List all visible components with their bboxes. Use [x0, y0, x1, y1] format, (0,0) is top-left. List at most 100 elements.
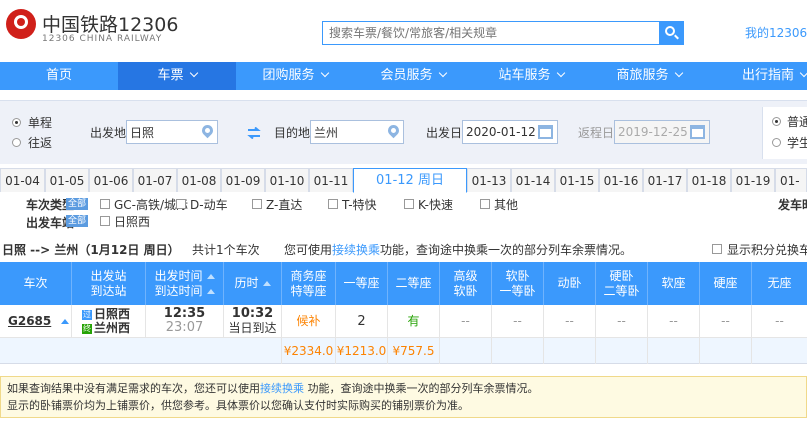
query-form: 单程 往返 出发地 目的地 出发日 返程日 普通 学生: [0, 100, 807, 164]
nav-item-member[interactable]: 会员服务: [354, 62, 472, 90]
all-types-toggle[interactable]: 全部: [66, 198, 89, 210]
logo-title[interactable]: 中国铁路12306: [42, 10, 178, 37]
radio-adult[interactable]: [772, 117, 781, 126]
to-field: [310, 120, 404, 144]
times-cell: 12:35 23:07: [146, 305, 224, 338]
logo-subtitle: 12306 CHINA RAILWAY: [42, 34, 163, 44]
transfer-link[interactable]: 接续换乘: [260, 382, 304, 395]
checkbox-k[interactable]: [404, 199, 414, 209]
label-adult: 普通: [787, 115, 807, 129]
filter-panel: 车次类型 全部 GC-高铁/城际 D-动车 Z-直达 T-特快 K-快速 其他 …: [0, 194, 807, 232]
seat-unavailable: --: [596, 305, 648, 338]
notice-text: 功能，查询途中换乘一次的部分列车余票情况。: [304, 382, 539, 395]
col-soft-seat: 软座: [648, 262, 700, 305]
arrive-day: 当日到达: [228, 321, 277, 335]
nav-item-business[interactable]: 商旅服务: [590, 62, 708, 90]
date-tab[interactable]: 01-18: [687, 168, 731, 192]
label-one-way: 单程: [28, 116, 53, 130]
col-no-seat: 无座: [767, 276, 792, 290]
checkbox-points[interactable]: [712, 244, 722, 254]
chevron-down-icon: [320, 68, 329, 78]
seat-unavailable: --: [700, 305, 752, 338]
date-tab[interactable]: 01-04: [0, 168, 45, 192]
seat-unavailable: --: [544, 305, 596, 338]
return-date-label: 返程日: [578, 126, 615, 140]
date-tab[interactable]: 01-15: [555, 168, 599, 192]
checkbox-other[interactable]: [480, 199, 490, 209]
date-tab[interactable]: 01-19: [731, 168, 775, 192]
all-stations-toggle[interactable]: 全部: [66, 215, 89, 227]
checkbox-d[interactable]: [176, 199, 186, 209]
col-second: 二等座: [388, 262, 440, 305]
first-class-count[interactable]: 2: [336, 305, 388, 338]
seat-unavailable: --: [648, 305, 700, 338]
train-no-link[interactable]: G2685: [8, 314, 51, 328]
my-account-link[interactable]: 我的12306: [745, 24, 807, 41]
sort-icon[interactable]: [262, 281, 271, 286]
nav-item-group[interactable]: 团购服务: [236, 62, 354, 90]
date-tab[interactable]: 01-08: [177, 168, 221, 192]
checkbox-z[interactable]: [252, 199, 262, 209]
label-z: Z-直达: [266, 198, 303, 212]
col-train-no[interactable]: 车次: [0, 262, 72, 305]
search-button[interactable]: [659, 21, 684, 45]
seat-unavailable: --: [440, 305, 492, 338]
date-tab[interactable]: 01-06: [89, 168, 133, 192]
radio-one-way[interactable]: [12, 118, 21, 127]
to-station[interactable]: 兰州西: [94, 321, 130, 335]
notice-text: 显示的卧铺票价均为上铺票价，供您参考。具体票价以您确认支付时实际购买的铺别票价为…: [7, 399, 469, 412]
date-tab-active[interactable]: 01-12 周日: [353, 168, 467, 193]
sort-icon[interactable]: [206, 288, 215, 294]
business-seat-waitlist[interactable]: 候补: [282, 305, 336, 338]
date-tab[interactable]: 01-11: [309, 168, 353, 192]
col-duration[interactable]: 历时: [224, 262, 282, 305]
railway-logo-icon[interactable]: [6, 9, 36, 39]
expand-stops-icon[interactable]: [61, 319, 70, 324]
checkbox-station[interactable]: [100, 216, 110, 226]
radio-student[interactable]: [772, 138, 781, 147]
date-tab[interactable]: 01-13: [467, 168, 511, 192]
nav-item-tickets[interactable]: 车票: [118, 62, 236, 90]
second-class-price: ¥757.5: [388, 338, 440, 364]
date-tab[interactable]: 01-14: [511, 168, 555, 192]
swap-stations-icon[interactable]: [247, 127, 261, 139]
second-class-available[interactable]: 有: [388, 305, 440, 338]
chevron-down-icon: [799, 68, 807, 78]
date-tab[interactable]: 01-16: [599, 168, 643, 192]
date-tab[interactable]: 01-09: [221, 168, 265, 192]
date-tab[interactable]: 01-10: [265, 168, 309, 192]
date-tabs: 01-04 01-05 01-06 01-07 01-08 01-09 01-1…: [0, 168, 807, 193]
col-times[interactable]: 出发时间 到达时间: [146, 262, 224, 305]
date-tab[interactable]: 01-07: [133, 168, 177, 192]
from-field: [126, 120, 218, 144]
sort-icon[interactable]: [206, 273, 215, 279]
calendar-icon[interactable]: [538, 125, 553, 139]
search-input[interactable]: [323, 22, 623, 44]
main-nav: 首页 车票 团购服务 会员服务 站车服务 商旅服务 出行指南: [0, 62, 807, 90]
nav-item-home[interactable]: 首页: [0, 62, 118, 90]
radio-round-trip[interactable]: [12, 138, 21, 147]
depart-date-label: 出发日: [426, 126, 463, 140]
transfer-link[interactable]: 接续换乘: [332, 241, 380, 258]
depart-time-label: 发车时: [778, 198, 807, 212]
col-business: 商务座 特等座: [282, 262, 336, 305]
col-hard-seat: 硬座: [700, 262, 752, 305]
site-search: [322, 21, 684, 45]
checkbox-gc[interactable]: [100, 199, 110, 209]
date-tab[interactable]: 01-20: [775, 168, 807, 192]
nav-item-guide[interactable]: 出行指南: [708, 62, 807, 90]
calendar-icon[interactable]: [690, 125, 705, 139]
arrive-time: 23:07: [165, 320, 204, 335]
col-stations: 出发站 到达站: [72, 262, 146, 305]
label-other: 其他: [494, 198, 519, 212]
depart-time: 12:35: [163, 306, 206, 321]
checkbox-t[interactable]: [328, 199, 338, 209]
hint-text: 您可使用: [284, 243, 333, 257]
nav-item-station[interactable]: 站车服务: [472, 62, 590, 90]
date-tab[interactable]: 01-05: [45, 168, 89, 192]
label-t: T-特快: [342, 198, 377, 212]
duration-cell: 10:32 当日到达: [224, 305, 282, 338]
label-station: 日照西: [114, 215, 151, 229]
date-tab[interactable]: 01-17: [643, 168, 687, 192]
from-station[interactable]: 日照西: [94, 307, 130, 321]
